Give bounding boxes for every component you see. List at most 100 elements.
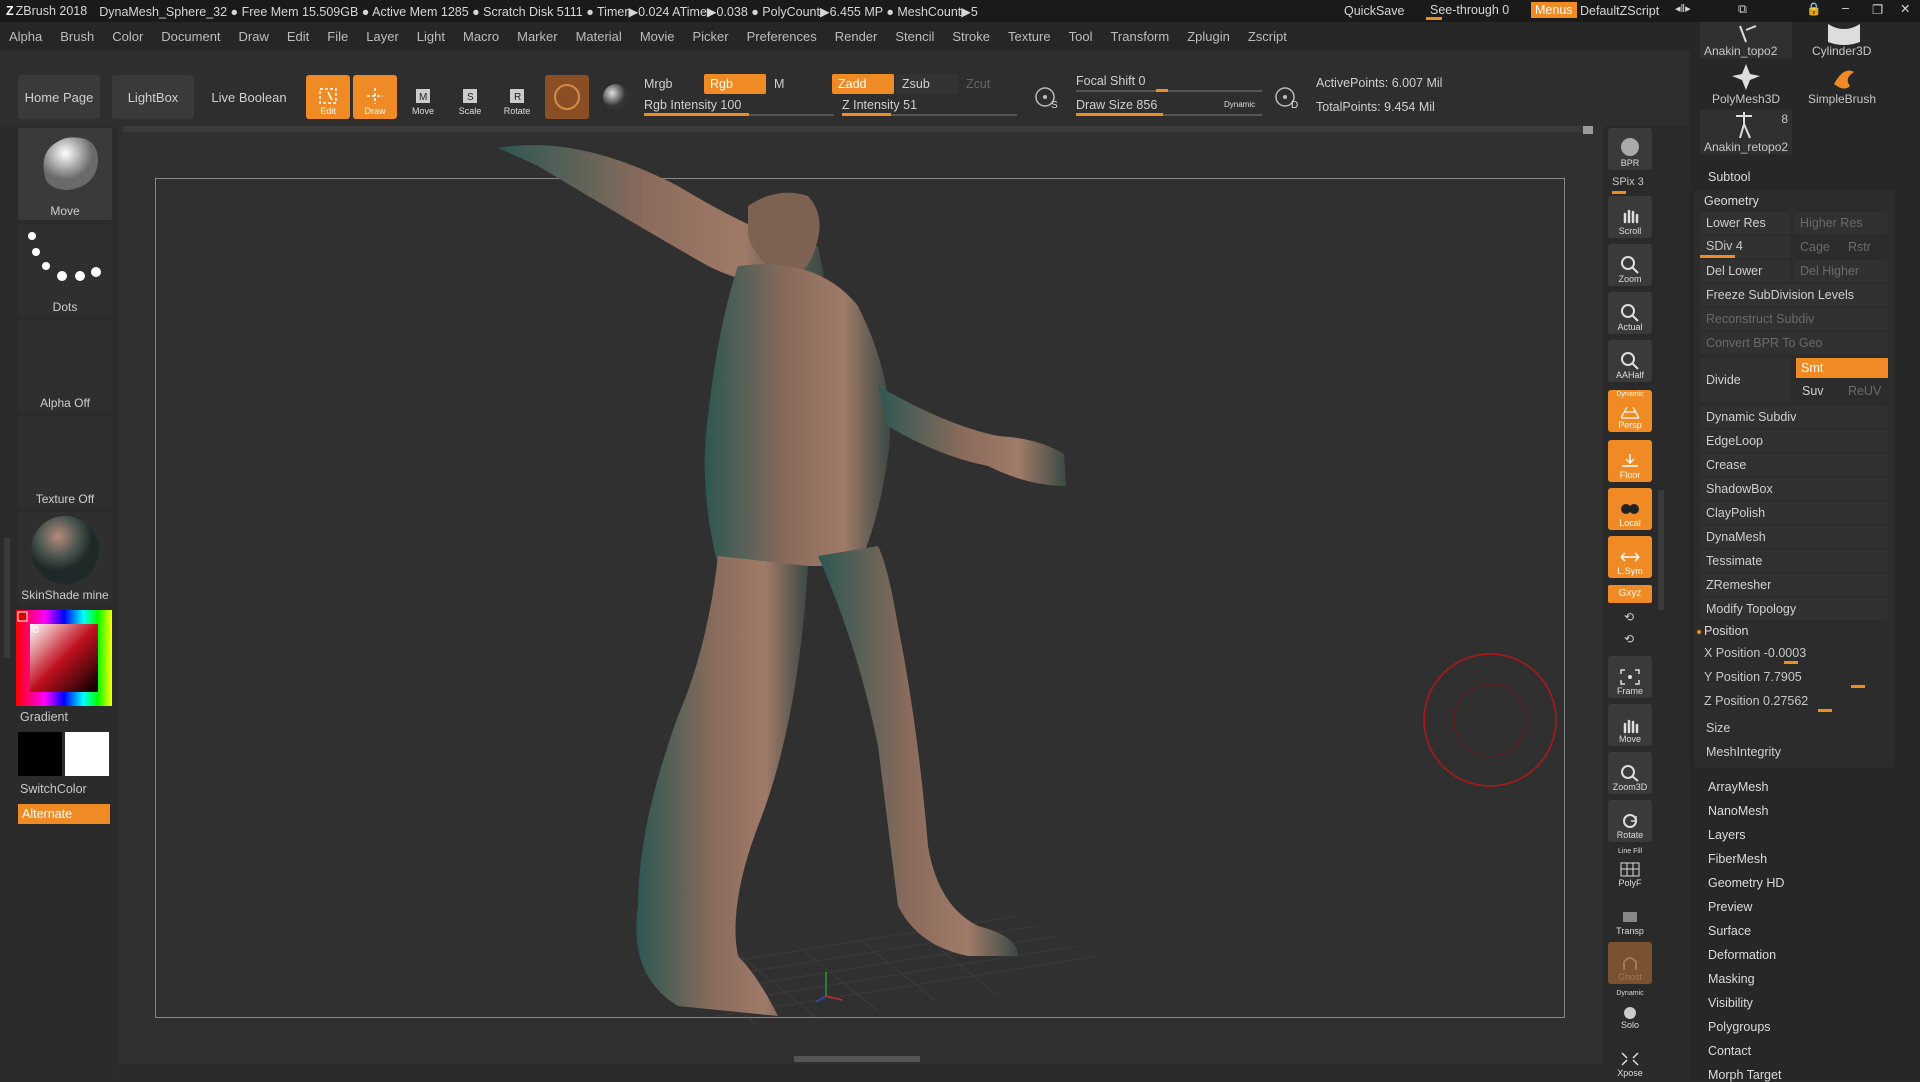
geometry-item-dynamic-subdiv[interactable]: Dynamic Subdiv [1700, 406, 1888, 428]
right-tray-handle[interactable] [1658, 490, 1664, 610]
scroll-button[interactable]: Scroll [1608, 196, 1652, 238]
del-lower-button[interactable]: Del Lower [1700, 260, 1790, 282]
y-position-slider[interactable]: Y Position 7.7905 [1700, 668, 1888, 690]
minimize-icon[interactable]: – [1842, 1, 1849, 15]
actual-button[interactable]: Actual [1608, 292, 1652, 334]
zadd-button[interactable]: Zadd [832, 74, 894, 94]
menu-zplugin[interactable]: Zplugin [1178, 29, 1239, 44]
menu-transform[interactable]: Transform [1101, 29, 1178, 44]
xpose-button[interactable]: Xpose [1608, 1038, 1652, 1080]
focal-shift-slider[interactable]: Focal Shift 0 [1076, 72, 1262, 94]
zoom-button[interactable]: Zoom [1608, 244, 1652, 286]
transp-button[interactable]: Transp [1608, 896, 1652, 938]
color-sphere-button[interactable] [598, 75, 634, 119]
tool-thumb-anakin-retopo2[interactable]: 8 Anakin_retopo2 [1700, 110, 1792, 154]
menu-layer[interactable]: Layer [357, 29, 408, 44]
live-boolean-button[interactable]: Live Boolean [204, 75, 294, 119]
alpha-selector[interactable]: Alpha Off [18, 320, 112, 412]
menu-marker[interactable]: Marker [508, 29, 566, 44]
subpalette-arraymesh[interactable]: ArrayMesh [1708, 780, 1768, 794]
smt-toggle[interactable]: Smt [1796, 358, 1888, 378]
alternate-button[interactable]: Alternate [18, 804, 110, 824]
reconstruct-subdiv-button[interactable]: Reconstruct Subdiv [1700, 308, 1888, 330]
tool-thumb-anakin-topo2[interactable]: Anakin_topo2 [1700, 22, 1792, 58]
subpalette-preview[interactable]: Preview [1708, 900, 1752, 914]
menu-file[interactable]: File [318, 29, 357, 44]
position-subpalette[interactable]: Position [1704, 624, 1748, 638]
z-position-slider[interactable]: Z Position 0.27562 [1700, 692, 1888, 714]
aahalf-button[interactable]: AAHalf [1608, 340, 1652, 382]
rgb-intensity-slider[interactable]: Rgb Intensity 100 [644, 96, 834, 118]
geometry-item-zremesher[interactable]: ZRemesher [1700, 574, 1888, 596]
ghost-button[interactable]: Ghost [1608, 942, 1652, 984]
sdiv-slider[interactable]: SDiv 4 [1700, 236, 1790, 258]
convert-bpr-button[interactable]: Convert BPR To Geo [1700, 332, 1888, 354]
quicksave-button[interactable]: QuickSave [1344, 4, 1404, 18]
move-mode-button[interactable]: M Move [401, 75, 445, 119]
spix-slider[interactable]: SPix 3 [1608, 174, 1652, 194]
draw-size-slider[interactable]: Draw Size 856 Dynamic [1076, 96, 1262, 118]
secondary-color-swatch[interactable] [65, 732, 109, 776]
restore-icon[interactable]: ❐ [1872, 2, 1883, 17]
subpalette-polygroups[interactable]: Polygroups [1708, 1020, 1771, 1034]
menu-stencil[interactable]: Stencil [886, 29, 943, 44]
lsym-button[interactable]: L.Sym [1608, 536, 1652, 578]
mrgb-button[interactable]: Mrgb [644, 77, 672, 91]
switchcolor-button[interactable]: SwitchColor [20, 782, 87, 796]
menu-edit[interactable]: Edit [278, 29, 318, 44]
menu-texture[interactable]: Texture [999, 29, 1060, 44]
solo-button[interactable]: Dynamic Solo [1608, 990, 1652, 1032]
home-page-button[interactable]: Home Page [18, 75, 100, 119]
subpalette-surface[interactable]: Surface [1708, 924, 1751, 938]
cage-button[interactable]: Cage [1794, 236, 1840, 258]
menu-draw[interactable]: Draw [230, 29, 278, 44]
menu-tool[interactable]: Tool [1060, 29, 1102, 44]
subpalette-masking[interactable]: Masking [1708, 972, 1755, 986]
geometry-item-shadowbox[interactable]: ShadowBox [1700, 478, 1888, 500]
lazy-mouse-s-button[interactable]: S [1032, 80, 1062, 114]
geometry-item-claypolish[interactable]: ClayPolish [1700, 502, 1888, 524]
draw-button[interactable]: Draw [353, 75, 397, 119]
material-swatch-button[interactable] [545, 75, 589, 119]
reuv-button[interactable]: ReUV [1842, 380, 1888, 402]
rgb-button[interactable]: Rgb [704, 74, 766, 94]
primary-color-swatch[interactable] [18, 732, 62, 776]
higher-res-button[interactable]: Higher Res [1794, 212, 1888, 234]
size-subpalette[interactable]: Size [1700, 717, 1888, 739]
tool-thumb-cylinder3d[interactable]: Cylinder3D [1798, 22, 1890, 58]
move-view-button[interactable]: Move [1608, 704, 1652, 746]
floor-button[interactable]: Floor [1608, 440, 1652, 482]
material-selector[interactable]: SkinShade mine [18, 512, 112, 604]
lazy-mouse-d-button[interactable]: D [1272, 80, 1302, 114]
del-higher-button[interactable]: Del Higher [1794, 260, 1888, 282]
bpr-button[interactable]: BPR [1608, 128, 1652, 170]
rotate-z-icon[interactable]: ⟲ [1624, 632, 1634, 646]
subpalette-layers[interactable]: Layers [1708, 828, 1746, 842]
scale-mode-button[interactable]: S Scale [448, 75, 492, 119]
freeze-subdiv-button[interactable]: Freeze SubDivision Levels [1700, 284, 1888, 306]
menu-document[interactable]: Document [152, 29, 229, 44]
texture-selector[interactable]: Texture Off [18, 416, 112, 508]
geometry-item-modify-topology[interactable]: Modify Topology [1700, 598, 1888, 620]
meshintegrity-subpalette[interactable]: MeshIntegrity [1700, 741, 1888, 763]
dynamic-toggle[interactable]: Dynamic [1224, 100, 1255, 109]
stroke-selector[interactable]: Dots [18, 224, 112, 316]
local-button[interactable]: Local [1608, 488, 1652, 530]
subtool-subpalette[interactable]: Subtool [1708, 170, 1750, 184]
close-icon[interactable]: ✕ [1900, 1, 1910, 16]
geometry-item-tessimate[interactable]: Tessimate [1700, 550, 1888, 572]
polyf-button[interactable]: Line Fill PolyF [1608, 848, 1652, 890]
default-zscript-button[interactable]: DefaultZScript [1580, 4, 1659, 18]
divide-button[interactable]: Divide [1700, 358, 1790, 402]
layout-arrows-icon[interactable]: ◂‖▸ [1675, 2, 1691, 15]
window-layout-icon[interactable]: ⧉ [1738, 2, 1747, 17]
rotate-mode-button[interactable]: R Rotate [495, 75, 539, 119]
zsub-button[interactable]: Zsub [896, 74, 958, 94]
tool-thumb-polymesh3d[interactable]: PolyMesh3D [1700, 62, 1792, 106]
suv-toggle[interactable]: Suv [1796, 380, 1840, 402]
lower-res-button[interactable]: Lower Res [1700, 212, 1790, 234]
menu-alpha[interactable]: Alpha [0, 29, 51, 44]
z-intensity-slider[interactable]: Z Intensity 51 [842, 96, 1017, 118]
brush-selector[interactable]: Move [18, 128, 112, 220]
subpalette-geometry-hd[interactable]: Geometry HD [1708, 876, 1784, 890]
